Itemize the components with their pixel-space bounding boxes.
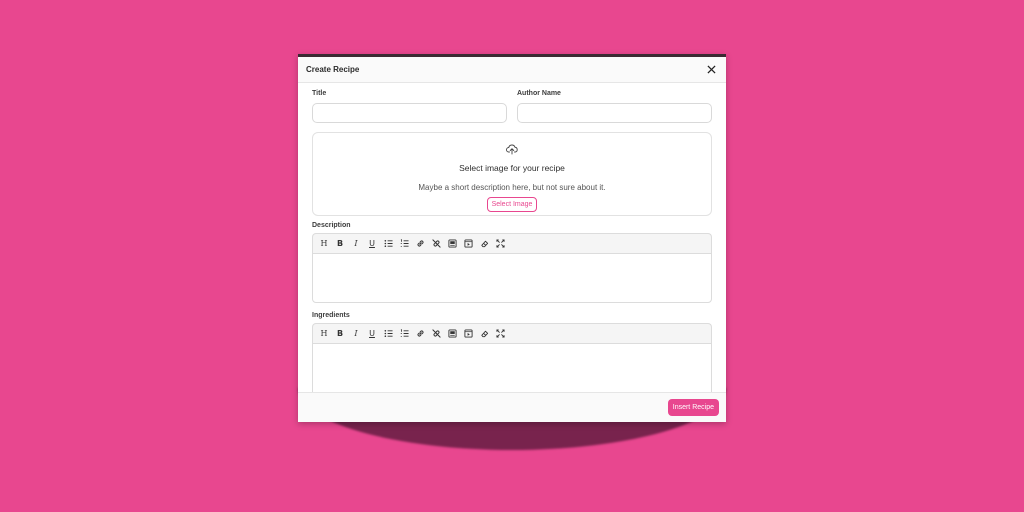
close-icon[interactable] (704, 63, 718, 77)
image-upload-dropzone[interactable]: Select image for your recipe Maybe a sho… (312, 131, 712, 216)
title-label: Title (312, 90, 327, 97)
bullet-list-icon[interactable] (381, 236, 395, 250)
cloud-upload-icon (506, 142, 518, 160)
link-icon[interactable] (413, 236, 427, 250)
ingredients-toolbar: H B I U (312, 322, 712, 343)
video-icon[interactable] (461, 326, 475, 340)
author-name-label: Author Name (517, 90, 561, 97)
author-field-group: Author Name (517, 87, 712, 123)
unlink-icon[interactable] (429, 236, 443, 250)
fullscreen-icon[interactable] (493, 326, 507, 340)
title-field-group: Title (312, 87, 507, 123)
video-icon[interactable] (461, 236, 475, 250)
fullscreen-icon[interactable] (493, 236, 507, 250)
eraser-icon[interactable] (477, 236, 491, 250)
ingredients-editor: Ingredients H B I U (312, 311, 712, 395)
upload-description: Maybe a short description here, but not … (418, 182, 606, 192)
description-text-area[interactable] (312, 252, 712, 303)
author-name-input[interactable] (517, 102, 712, 123)
link-icon[interactable] (413, 326, 427, 340)
upload-title: Select image for your recipe (459, 162, 565, 173)
description-editor: Description H B I U (312, 222, 712, 303)
numbered-list-icon[interactable] (397, 236, 411, 250)
title-author-row: Title Author Name (312, 87, 712, 123)
underline-icon[interactable]: U (365, 236, 379, 250)
modal-footer: Insert Recipe (298, 392, 726, 422)
numbered-list-icon[interactable] (397, 326, 411, 340)
image-icon[interactable] (445, 236, 459, 250)
heading-icon[interactable]: H (317, 326, 331, 340)
modal-header: Create Recipe (298, 57, 726, 83)
eraser-icon[interactable] (477, 326, 491, 340)
italic-icon[interactable]: I (349, 326, 363, 340)
ingredients-text-area[interactable] (312, 342, 712, 395)
description-toolbar: H B I U (312, 232, 712, 253)
modal-title: Create Recipe (306, 65, 360, 74)
title-input[interactable] (312, 102, 507, 123)
unlink-icon[interactable] (429, 326, 443, 340)
image-icon[interactable] (445, 326, 459, 340)
description-label: Description (312, 221, 351, 229)
modal-body: Title Author Name Select image for your … (298, 83, 726, 395)
bold-icon[interactable]: B (333, 236, 347, 250)
ingredients-label: Ingredients (312, 311, 350, 319)
heading-icon[interactable]: H (317, 236, 331, 250)
create-recipe-modal: Create Recipe Title Author Name Select i… (298, 54, 726, 422)
bold-icon[interactable]: B (333, 326, 347, 340)
insert-recipe-button[interactable]: Insert Recipe (667, 399, 719, 416)
bullet-list-icon[interactable] (381, 326, 395, 340)
select-image-button[interactable]: Select Image (486, 196, 538, 212)
underline-icon[interactable]: U (365, 326, 379, 340)
italic-icon[interactable]: I (349, 236, 363, 250)
